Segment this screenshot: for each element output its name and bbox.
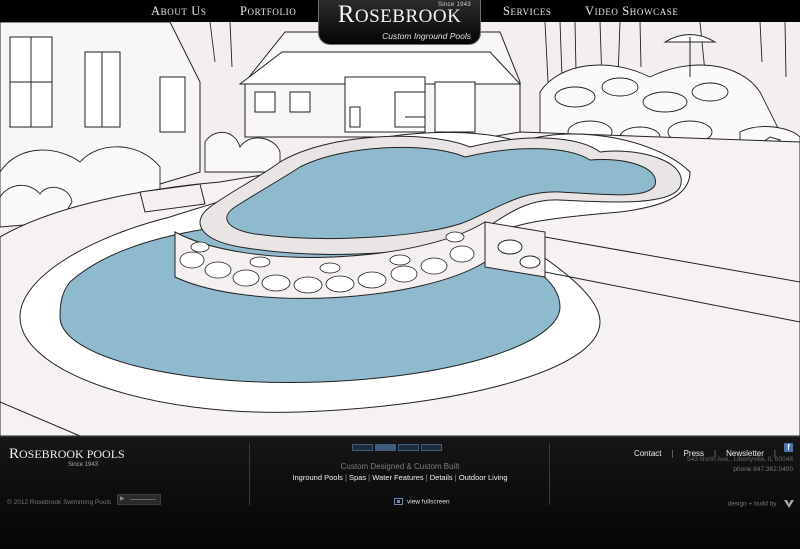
nav-services[interactable]: Services [503,4,552,19]
logo-rest: OSEBROOK [354,6,462,27]
service-outdoor-living[interactable]: Outdoor Living [459,473,508,482]
nav-portfolio[interactable]: Portfolio [240,4,296,19]
phone-text: phone 847.362.0400 [733,466,793,473]
site-logo[interactable]: Since 1943 ROSEBROOK Custom Inground Poo… [318,0,481,45]
footer-tagline: Custom Designed & Custom Built [340,462,460,471]
site-footer: ROSEBROOK POOLS Since 1943 © 2012 Rosebr… [0,436,800,549]
slide-button-4[interactable] [421,444,442,451]
service-water-features[interactable]: Water Features [372,473,423,482]
service-inground-pools[interactable]: Inground Pools [292,473,342,482]
address-text: 543 North Ave., Libertyville, IL 60048 [687,456,793,463]
logo-initial: R [337,1,355,28]
services-links: Inground Pools | Spas | Water Features |… [250,473,550,482]
slideshow-selector [352,444,444,452]
footer-logo-since: Since 1943 [68,462,99,468]
nav-video-showcase[interactable]: Video Showcase [585,4,679,19]
audio-player[interactable]: ▶ [117,494,161,505]
credit-text: design + build by [727,500,777,508]
slide-button-1[interactable] [352,444,373,451]
audio-progress-bar[interactable] [130,499,156,500]
nav-about-us[interactable]: About Us [151,4,206,19]
copyright-text: © 2012 Rosebrook Swimming Pools [7,499,112,506]
design-credit[interactable]: design + build by [728,495,794,513]
audio-player-icon[interactable]: ▶ [120,496,125,503]
slide-button-2[interactable] [375,444,396,451]
footer-logo-initial: R [9,446,20,462]
designer-logo-icon [784,499,794,508]
view-fullscreen-button[interactable]: view fullscreen [394,493,450,511]
footer-logo-rest: OSEBROOK POOLS [19,447,125,461]
logo-wordmark: ROSEBROOK [319,1,480,29]
service-spas[interactable]: Spas [349,473,366,482]
footer-logo[interactable]: ROSEBROOK POOLS [9,446,125,463]
fullscreen-icon [394,498,403,506]
hero-illustration [0,22,800,436]
logo-tagline: Custom Inground Pools [382,31,471,41]
facebook-icon[interactable]: f [784,443,793,452]
slide-button-3[interactable] [398,444,419,451]
service-details[interactable]: Details [430,473,453,482]
view-fullscreen-label: view fullscreen [407,498,450,506]
link-contact[interactable]: Contact [634,449,662,458]
pool-line-drawing [0,22,800,436]
link-separator: | [671,449,674,458]
